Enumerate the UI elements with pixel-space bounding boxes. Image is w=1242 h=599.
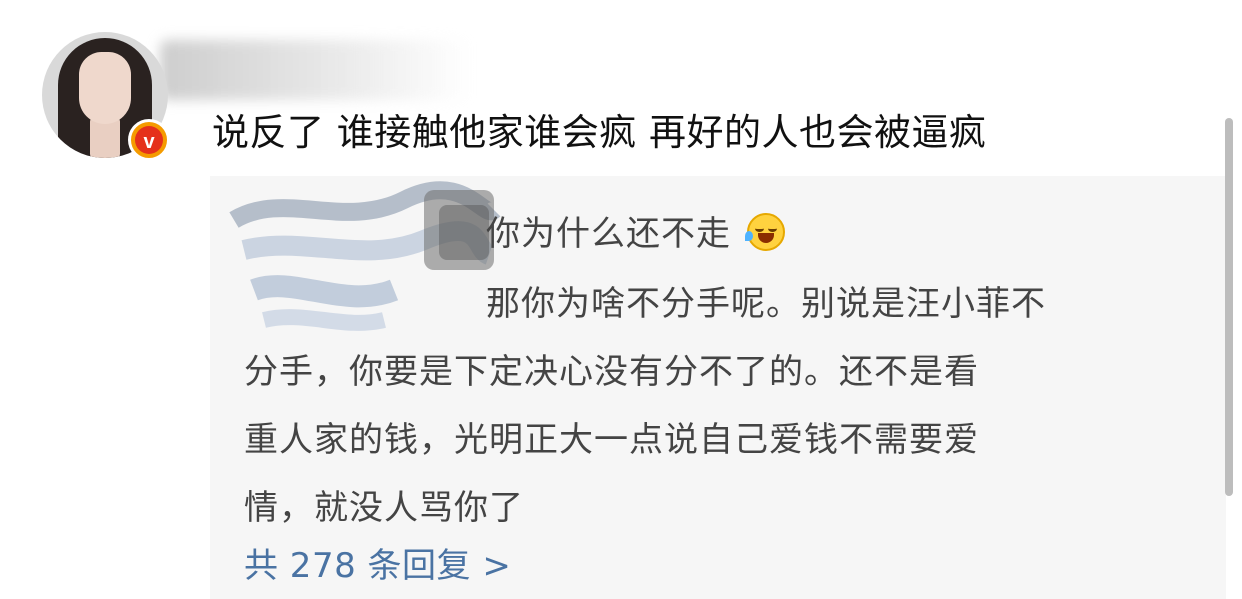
reply-box[interactable]: 你为什么还不走 那你为啥不分手呢。别说是汪小菲不 分手，你要是下定决心没有分不了… (210, 176, 1226, 599)
reply-line-3: 分手，你要是下定决心没有分不了的。还不是看 (244, 352, 979, 392)
reply-line-1-text: 你为什么还不走 (486, 214, 731, 254)
scrollbar[interactable] (1225, 118, 1233, 496)
reply-line-1: 你为什么还不走 (486, 206, 785, 255)
emoji-tear (744, 231, 753, 241)
comment-page: v 说反了 谁接触他家谁会疯 再好的人也会被逼疯 你为什么还不走 那你为啥不分手… (0, 0, 1242, 599)
verified-badge-letter: v (143, 131, 155, 153)
emoji-mouth (757, 233, 774, 243)
reply-line-4: 重人家的钱，光明正大一点说自己爱钱不需要爱 (244, 420, 979, 460)
comment-text: 说反了 谁接触他家谁会疯 再好的人也会被逼疯 (212, 111, 987, 154)
laughing-crying-emoji-icon (744, 213, 785, 251)
view-all-replies-link[interactable]: 共 278 条回复 > (244, 538, 511, 587)
avatar-face (79, 52, 131, 124)
reply-line-2-text: 那你为啥不分手呢。别说是汪小菲不 (486, 284, 1046, 324)
blurred-username (160, 40, 470, 100)
reply-line-2: 那你为啥不分手呢。别说是汪小菲不 (244, 276, 1046, 325)
verified-badge-icon: v (128, 119, 170, 161)
reply-line-5: 情，就没人骂你了 (244, 488, 524, 528)
